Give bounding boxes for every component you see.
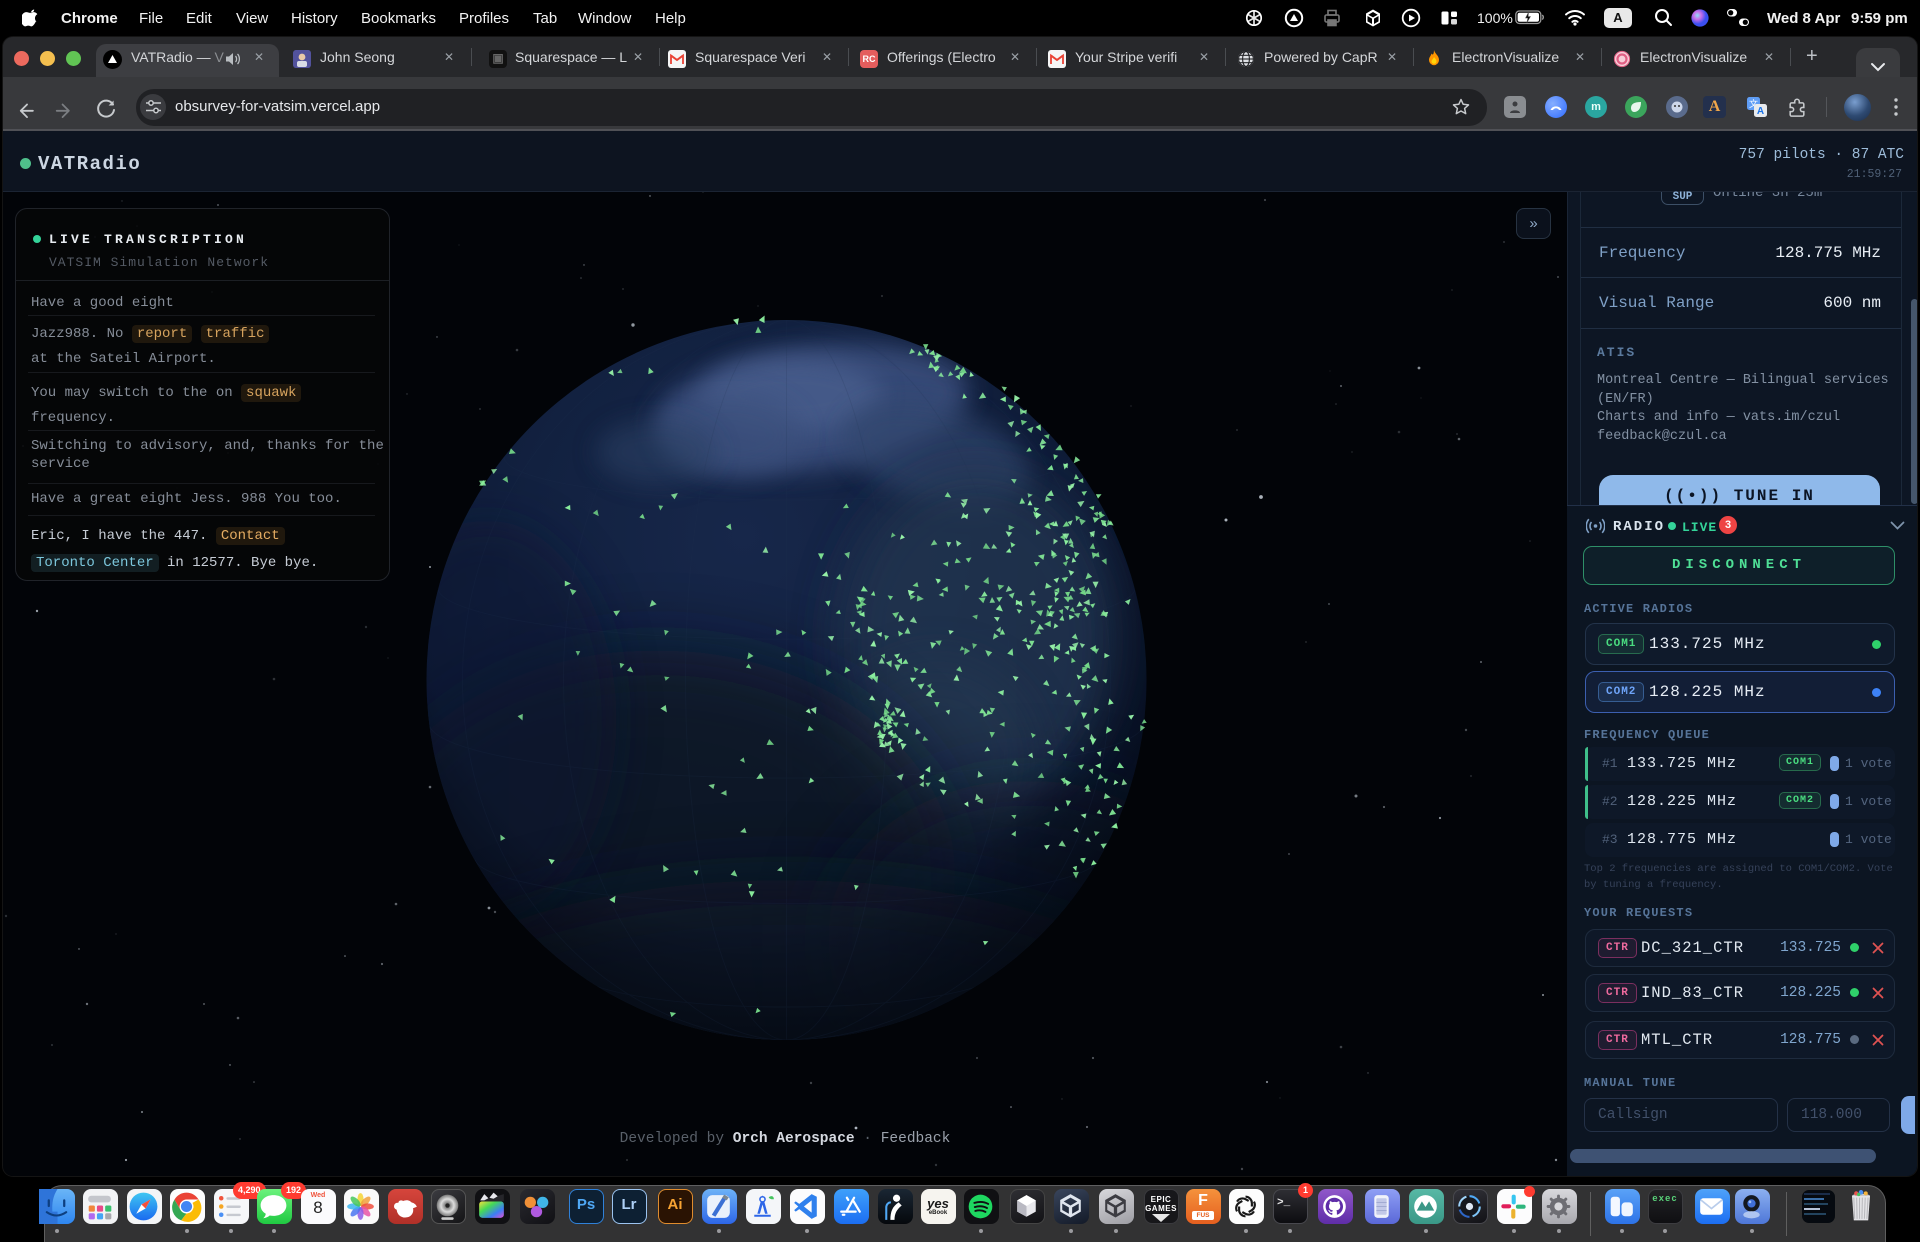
svg-text:A: A xyxy=(1757,106,1764,117)
